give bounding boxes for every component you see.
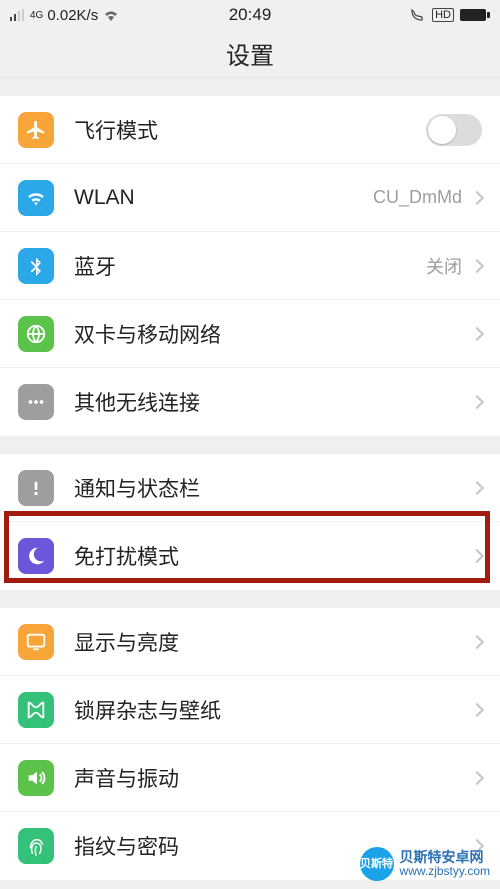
data-speed: 0.02K/s [47, 7, 98, 24]
status-time: 20:49 [229, 5, 272, 25]
chevron-right-icon [470, 395, 484, 409]
group-gap [0, 78, 500, 96]
row-other-wireless[interactable]: 其他无线连接 [0, 368, 500, 436]
network-type: 4G [30, 10, 43, 21]
row-sim-network[interactable]: 双卡与移动网络 [0, 300, 500, 368]
hd-badge: HD [432, 8, 454, 22]
row-label: 声音与振动 [74, 763, 472, 793]
group-notifications: 通知与状态栏 免打扰模式 [0, 454, 500, 590]
chevron-right-icon [470, 258, 484, 272]
wifi-icon [18, 180, 54, 216]
chevron-right-icon [470, 480, 484, 494]
globe-icon [18, 316, 54, 352]
row-wlan[interactable]: WLAN CU_DmMd [0, 164, 500, 232]
fingerprint-icon [18, 828, 54, 864]
call-forward-icon [410, 8, 426, 22]
battery-icon [460, 8, 490, 22]
chevron-right-icon [470, 190, 484, 204]
settings-screen: 4G 0.02K/s 20:49 HD 设置 飞行模式 [0, 0, 500, 889]
row-label: 蓝牙 [74, 251, 426, 281]
airplane-mode-toggle[interactable] [426, 114, 482, 146]
row-label: WLAN [74, 186, 373, 210]
row-lockscreen-wallpaper[interactable]: 锁屏杂志与壁纸 [0, 676, 500, 744]
chevron-right-icon [470, 326, 484, 340]
row-notification-status-bar[interactable]: 通知与状态栏 [0, 454, 500, 522]
bluetooth-icon [18, 248, 54, 284]
watermark: 贝斯特 贝斯特安卓网 www.zjbstyy.com [356, 845, 494, 883]
row-label: 显示与亮度 [74, 627, 472, 657]
row-airplane-mode[interactable]: 飞行模式 [0, 96, 500, 164]
group-display: 显示与亮度 锁屏杂志与壁纸 声音与振动 指纹与密码 [0, 608, 500, 880]
group-gap [0, 436, 500, 454]
row-do-not-disturb[interactable]: 免打扰模式 [0, 522, 500, 590]
chevron-right-icon [470, 634, 484, 648]
status-left: 4G 0.02K/s [10, 7, 120, 24]
row-label: 通知与状态栏 [74, 473, 472, 503]
status-bar: 4G 0.02K/s 20:49 HD [0, 0, 500, 30]
moon-icon [18, 538, 54, 574]
sound-icon [18, 760, 54, 796]
page-title: 设置 [0, 30, 500, 78]
row-label: 其他无线连接 [74, 387, 472, 417]
wifi-status-icon [102, 8, 120, 22]
page-title-text: 设置 [226, 36, 274, 71]
watermark-badge-icon: 贝斯特 [360, 847, 394, 881]
watermark-url: www.zjbstyy.com [400, 865, 490, 878]
exclaim-icon [18, 470, 54, 506]
row-label: 飞行模式 [74, 115, 426, 145]
group-connectivity: 飞行模式 WLAN CU_DmMd 蓝牙 关闭 双卡与移动网络 [0, 96, 500, 436]
airplane-icon [18, 112, 54, 148]
watermark-name: 贝斯特安卓网 [400, 850, 490, 865]
chevron-right-icon [470, 549, 484, 563]
row-label: 免打扰模式 [74, 541, 472, 571]
chevron-right-icon [470, 770, 484, 784]
dots-icon [18, 384, 54, 420]
row-sound-vibration[interactable]: 声音与振动 [0, 744, 500, 812]
status-right: HD [410, 8, 490, 22]
row-bluetooth[interactable]: 蓝牙 关闭 [0, 232, 500, 300]
bluetooth-value: 关闭 [426, 253, 462, 279]
chevron-right-icon [470, 702, 484, 716]
wallpaper-icon [18, 692, 54, 728]
row-label: 双卡与移动网络 [74, 319, 472, 349]
row-display-brightness[interactable]: 显示与亮度 [0, 608, 500, 676]
display-icon [18, 624, 54, 660]
cellular-signal-icon [10, 9, 26, 21]
group-gap [0, 590, 500, 608]
row-label: 锁屏杂志与壁纸 [74, 695, 472, 725]
wlan-value: CU_DmMd [373, 187, 462, 208]
watermark-text: 贝斯特安卓网 www.zjbstyy.com [400, 850, 490, 879]
